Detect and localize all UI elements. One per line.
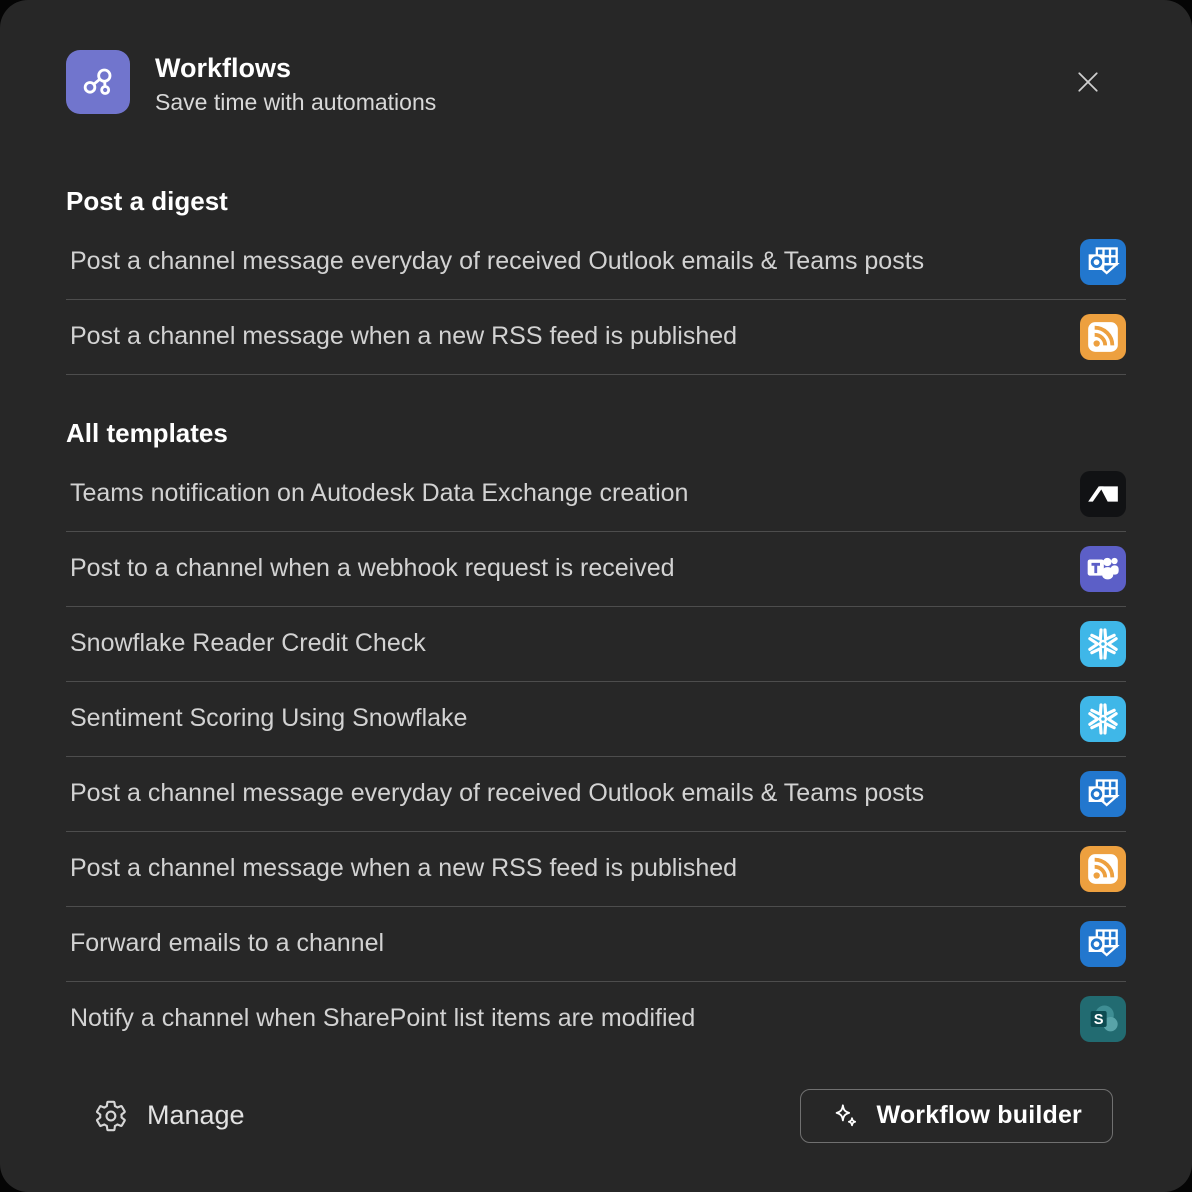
dialog-header: Workflows Save time with automations: [66, 50, 1126, 116]
section-heading: Post a digest: [66, 186, 1126, 217]
section-heading: All templates: [66, 418, 1126, 449]
teams-icon: [1080, 546, 1126, 592]
template-row[interactable]: Post a channel message when a new RSS fe…: [66, 300, 1126, 375]
dialog-subtitle: Save time with automations: [155, 89, 436, 116]
template-row[interactable]: Post a channel message when a new RSS fe…: [66, 832, 1126, 907]
section-rows: Post a channel message everyday of recei…: [66, 225, 1126, 375]
sharepoint-icon: S: [1080, 996, 1126, 1042]
template-title: Post to a channel when a webhook request…: [66, 554, 675, 583]
section-post-a-digest: Post a digest Post a channel message eve…: [66, 186, 1126, 375]
autodesk-icon: [1080, 471, 1126, 517]
workflows-app-icon: [66, 50, 130, 114]
svg-text:S: S: [1094, 1012, 1104, 1028]
workflow-builder-button[interactable]: Workflow builder: [800, 1089, 1113, 1143]
gear-icon: [94, 1099, 128, 1133]
template-title: Forward emails to a channel: [66, 929, 384, 958]
close-icon: [1073, 67, 1103, 97]
template-row[interactable]: Post to a channel when a webhook request…: [66, 532, 1126, 607]
template-title: Sentiment Scoring Using Snowflake: [66, 704, 467, 733]
workflows-dialog: Workflows Save time with automations Pos…: [0, 0, 1192, 1192]
snowflake-icon: [1080, 696, 1126, 742]
template-row[interactable]: Post a channel message everyday of recei…: [66, 757, 1126, 832]
dialog-footer: Manage Workflow builder: [66, 1089, 1126, 1143]
template-title: Post a channel message everyday of recei…: [66, 779, 924, 808]
outlook-icon: [1080, 239, 1126, 285]
close-button[interactable]: [1068, 62, 1108, 102]
section-rows: Teams notification on Autodesk Data Exch…: [66, 457, 1126, 1056]
manage-label: Manage: [147, 1100, 245, 1131]
dialog-title: Workflows: [155, 52, 436, 86]
template-title: Teams notification on Autodesk Data Exch…: [66, 479, 688, 508]
template-row[interactable]: Snowflake Reader Credit Check: [66, 607, 1126, 682]
template-row[interactable]: Teams notification on Autodesk Data Exch…: [66, 457, 1126, 532]
manage-button[interactable]: Manage: [94, 1099, 245, 1133]
outlook-icon: [1080, 771, 1126, 817]
snowflake-icon: [1080, 621, 1126, 667]
template-row[interactable]: Post a channel message everyday of recei…: [66, 225, 1126, 300]
section-all-templates: All templates Teams notification on Auto…: [66, 418, 1126, 1056]
template-title: Post a channel message when a new RSS fe…: [66, 854, 737, 883]
template-row[interactable]: Sentiment Scoring Using Snowflake: [66, 682, 1126, 757]
rss-icon: [1080, 314, 1126, 360]
rss-icon: [1080, 846, 1126, 892]
template-sections: Post a digest Post a channel message eve…: [66, 186, 1126, 1056]
outlook-icon: [1080, 921, 1126, 967]
sparkle-icon: [831, 1101, 861, 1131]
template-title: Post a channel message when a new RSS fe…: [66, 322, 737, 351]
template-row[interactable]: Forward emails to a channel: [66, 907, 1126, 982]
template-row[interactable]: Notify a channel when SharePoint list it…: [66, 982, 1126, 1056]
template-title: Notify a channel when SharePoint list it…: [66, 1004, 695, 1033]
template-title: Snowflake Reader Credit Check: [66, 629, 426, 658]
template-title: Post a channel message everyday of recei…: [66, 247, 924, 276]
workflow-builder-label: Workflow builder: [876, 1101, 1082, 1130]
